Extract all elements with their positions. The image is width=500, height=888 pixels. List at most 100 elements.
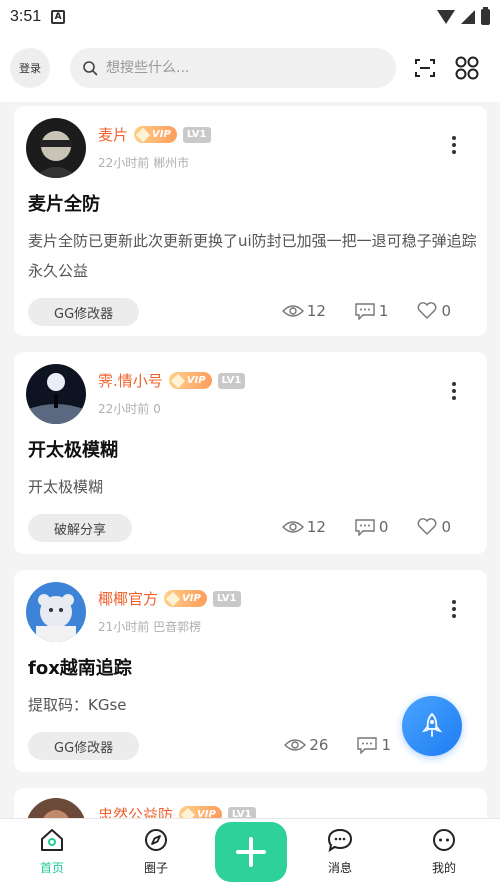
comment-icon (357, 737, 378, 754)
search-input[interactable] (106, 60, 384, 76)
comments-stat[interactable]: 0 (354, 518, 389, 536)
user-info-row: 忠然公益防 VIP LV1 (98, 804, 256, 818)
post-stats: 26 1 (284, 736, 391, 754)
post-body[interactable]: 麦片全防已更新此次更新更换了ui防封已加强一把一退可稳子弹追踪永久公益 (28, 226, 478, 286)
message-icon (327, 828, 353, 853)
post-tag[interactable]: GG修改器 (28, 298, 140, 326)
views-stat: 12 (281, 302, 326, 320)
battery-icon (481, 7, 490, 25)
post-stats: 12 1 0 (281, 302, 451, 320)
signal-icon (461, 10, 475, 24)
vip-label: VIP (197, 809, 216, 818)
views-count: 12 (306, 302, 326, 320)
avatar[interactable] (26, 582, 86, 642)
heart-icon (418, 518, 437, 535)
diamond-icon (170, 373, 185, 388)
post-body[interactable]: 开太极模糊 (28, 472, 478, 502)
compass-icon (145, 829, 167, 851)
heart-icon (418, 302, 437, 319)
post-meta: 22小时前 0 (98, 402, 161, 416)
avatar[interactable] (26, 798, 86, 818)
add-post-button[interactable] (215, 822, 287, 882)
nav-messages-label: 消息 (327, 861, 352, 875)
avatar[interactable] (26, 118, 86, 178)
profile-icon (433, 829, 455, 851)
username[interactable]: 忠然公益防 (98, 804, 173, 818)
vip-badge: VIP (179, 806, 222, 818)
vip-badge: VIP (168, 372, 212, 389)
views-stat: 26 (284, 736, 328, 754)
nav-profile[interactable]: 我的 (414, 827, 474, 876)
more-options-icon[interactable] (451, 382, 457, 400)
user-info-row: 霁.情小号 VIP LV1 (98, 370, 246, 391)
post-card[interactable]: 麦片 VIP LV1 22小时前 郴州市 麦片全防 麦片全防已更新此次更新更换了… (14, 106, 487, 336)
avatar[interactable] (26, 364, 86, 424)
comment-icon (355, 303, 375, 320)
username[interactable]: 麦片 (98, 124, 128, 145)
level-badge: LV1 (217, 372, 246, 389)
grid-apps-icon[interactable] (454, 55, 480, 81)
notification-icon: A (51, 10, 66, 24)
comment-icon (355, 519, 375, 536)
diamond-icon (180, 807, 196, 818)
status-bar: 3:51 A (0, 0, 500, 34)
level-badge: LV1 (182, 126, 211, 143)
status-time: 3:51 (10, 8, 42, 25)
post-tag[interactable]: GG修改器 (28, 732, 140, 760)
rocket-fab-button[interactable] (402, 696, 462, 756)
comments-count: 1 (381, 736, 391, 754)
login-button[interactable]: 登录 (10, 48, 50, 88)
level-badge: LV1 (212, 590, 241, 607)
diamond-icon (135, 127, 151, 142)
diamond-icon (165, 591, 181, 606)
comments-count: 0 (378, 518, 389, 536)
rocket-icon (421, 713, 443, 737)
post-meta: 21小时前 巴音郭楞 (98, 620, 202, 634)
post-tag[interactable]: 破解分享 (28, 514, 133, 542)
views-stat: 12 (281, 518, 326, 536)
likes-stat[interactable]: 0 (416, 518, 451, 536)
post-card[interactable]: 霁.情小号 VIP LV1 22小时前 0 开太极模糊 开太极模糊 破解分享 1… (14, 352, 487, 554)
vip-label: VIP (152, 129, 171, 140)
eye-icon (281, 305, 304, 317)
bottom-navigation: 首页 圈子 消息 我的 (0, 818, 500, 888)
user-info-row: 椰椰官方 VIP LV1 (98, 588, 241, 609)
top-header: 登录 (0, 34, 500, 102)
nav-circle-label: 圈子 (143, 861, 168, 875)
more-options-icon[interactable] (451, 136, 457, 154)
post-title[interactable]: fox越南追踪 (28, 654, 132, 680)
status-icons (437, 7, 490, 25)
nav-home[interactable]: 首页 (22, 827, 82, 876)
plus-icon (236, 837, 266, 867)
more-options-icon[interactable] (451, 600, 457, 618)
views-count: 26 (309, 736, 329, 754)
eye-icon (281, 521, 304, 533)
nav-messages[interactable]: 消息 (310, 827, 370, 876)
home-icon (41, 829, 63, 851)
search-icon (82, 60, 98, 76)
username[interactable]: 霁.情小号 (98, 370, 163, 391)
likes-count: 0 (441, 302, 451, 320)
search-bar[interactable] (70, 48, 396, 88)
vip-badge: VIP (164, 590, 207, 607)
scan-icon[interactable] (412, 55, 438, 81)
eye-icon (284, 739, 307, 751)
comments-stat[interactable]: 1 (356, 736, 391, 754)
post-stats: 12 0 0 (281, 518, 451, 536)
vip-badge: VIP (134, 126, 177, 143)
likes-stat[interactable]: 0 (416, 302, 451, 320)
post-title[interactable]: 开太极模糊 (28, 436, 118, 462)
post-meta: 22小时前 郴州市 (98, 156, 190, 170)
vip-label: VIP (182, 593, 201, 604)
wifi-icon (437, 10, 455, 24)
post-card[interactable]: 忠然公益防 VIP LV1 (14, 788, 487, 818)
likes-count: 0 (441, 518, 451, 536)
nav-home-label: 首页 (39, 861, 64, 875)
nav-profile-label: 我的 (431, 861, 456, 875)
user-info-row: 麦片 VIP LV1 (98, 124, 211, 145)
post-title[interactable]: 麦片全防 (28, 190, 100, 216)
nav-circle[interactable]: 圈子 (126, 827, 186, 876)
views-count: 12 (306, 518, 326, 536)
username[interactable]: 椰椰官方 (98, 588, 158, 609)
comments-stat[interactable]: 1 (354, 302, 388, 320)
